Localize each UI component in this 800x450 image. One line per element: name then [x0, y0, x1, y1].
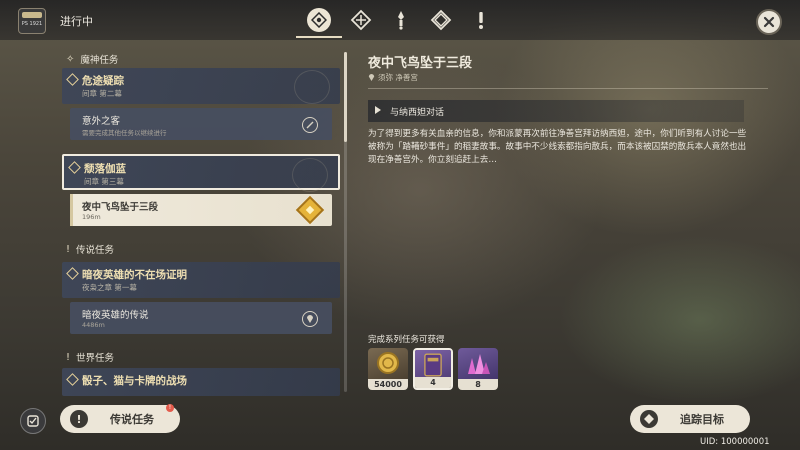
sub-quest-2[interactable]: 夜中飞鸟坠于三段 196m [70, 194, 332, 226]
quest-diamond-icon [68, 161, 81, 174]
section-label: 传说任务 [76, 245, 115, 256]
quest-diamond-icon [66, 373, 79, 386]
reward-item[interactable]: 54000 [368, 348, 408, 390]
legend-quest-button[interactable]: ! 传说任务 [60, 405, 180, 433]
quest-chapter: 间章 第三幕 [84, 177, 124, 186]
current-step: 与纳西妲对话 [368, 100, 744, 122]
quest-entry-3[interactable]: 暗夜英雄的不在场证明 夜枭之章 第一幕 [62, 262, 340, 298]
heros-wit-book-icon [424, 353, 442, 377]
track-button-icon [640, 410, 658, 428]
reward-count: 4 [415, 377, 451, 388]
quest-title: 骰子、猫与卡牌的战场 [82, 375, 187, 387]
section-world-quests: ! 世界任务 [66, 350, 115, 365]
legend-quest-icon [398, 11, 404, 30]
quest-entry-1[interactable]: 危途疑踪 间章 第二幕 [62, 68, 340, 104]
quest-settings-button[interactable] [20, 408, 46, 434]
quest-diamond-icon [66, 73, 79, 86]
quest-chapter: 间章 第二幕 [82, 89, 122, 98]
section-archon-quests: ✧ 魔神任务 [66, 52, 119, 67]
reward-count: 54000 [368, 379, 408, 390]
section-legend-quests: ! 传说任务 [66, 242, 115, 257]
reward-item[interactable]: 4 [413, 348, 453, 390]
location-pin-icon [302, 311, 318, 327]
tab-commission-quests[interactable] [464, 6, 498, 34]
story-quest-icon [350, 9, 372, 31]
logo-text: PS 1921 [21, 21, 43, 27]
archon-section-icon: ✧ [66, 53, 75, 65]
crystal-chunk-icon [468, 354, 490, 374]
reward-item[interactable]: 8 [458, 348, 498, 390]
quest-entry-2[interactable]: 颓落伽蓝 间章 第三幕 [62, 154, 340, 192]
section-label: 世界任务 [76, 353, 115, 364]
quest-title: 暗夜英雄的不在场证明 [82, 269, 187, 281]
rewards-label: 完成系列任务可获得 [368, 335, 445, 345]
close-icon [763, 16, 775, 28]
divider [368, 88, 768, 89]
quest-emblem-icon [292, 158, 328, 192]
quest-list-scrollbar[interactable] [344, 52, 347, 392]
location-pin-icon [368, 74, 375, 81]
commission-quest-icon [479, 12, 483, 29]
sub-quest-1[interactable]: 意外之客 需要完成其他任务以继续进行 [70, 108, 332, 140]
quest-entry-4[interactable]: 骰子、猫与卡牌的战场 [62, 368, 340, 396]
sub-quest-3[interactable]: 暗夜英雄的传说 4486m [70, 302, 332, 334]
notification-badge: ! [166, 404, 174, 412]
blocked-icon [302, 117, 318, 133]
tracked-quest-icon [295, 195, 325, 225]
reward-count: 8 [458, 379, 498, 390]
close-button[interactable] [756, 9, 782, 35]
quest-chapter: 夜枭之章 第一幕 [82, 283, 137, 292]
archon-quest-icon [307, 8, 331, 32]
quest-filter-icon [27, 415, 39, 427]
legend-section-icon: ! [66, 243, 71, 255]
tab-legend-quests[interactable] [384, 6, 418, 34]
scrollbar-thumb[interactable] [344, 52, 347, 142]
quest-book-icon: PS 1921 [18, 8, 46, 34]
quest-title: 危途疑踪 [82, 75, 124, 87]
page-title: 进行中 [60, 15, 93, 28]
world-section-icon: ! [66, 351, 71, 363]
tab-archon-quests[interactable] [296, 6, 342, 38]
tab-story-quests[interactable] [344, 6, 378, 34]
sub-quest-distance: 4486m [82, 321, 105, 329]
legend-button-icon: ! [70, 410, 88, 428]
step-text: 与纳西妲对话 [390, 108, 445, 118]
sub-quest-title: 意外之客 [82, 116, 121, 127]
world-quest-icon [430, 9, 452, 31]
quest-emblem-icon [294, 70, 330, 104]
track-button-label: 追踪目标 [680, 413, 724, 426]
legend-button-label: 传说任务 [110, 413, 154, 426]
sub-quest-title: 夜中飞鸟坠于三段 [82, 202, 159, 213]
step-arrow-icon [375, 106, 381, 114]
uid-text: UID: 100000001 [700, 437, 770, 447]
quest-diamond-icon [66, 267, 79, 280]
mora-coin-icon [377, 352, 399, 374]
detail-location: 须弥 净善宫 [368, 72, 418, 83]
tab-world-quests[interactable] [424, 6, 458, 34]
sub-quest-distance: 196m [82, 213, 101, 221]
track-target-button[interactable]: 追踪目标 [630, 405, 750, 433]
detail-title: 夜中飞鸟坠于三段 [368, 56, 473, 71]
sub-quest-title: 暗夜英雄的传说 [82, 310, 149, 321]
location-text: 须弥 净善宫 [378, 73, 418, 82]
quest-description: 为了得到更多有关血亲的信息，你和派蒙再次前往净善宫拜访纳西妲，途中，你们听到有人… [368, 129, 747, 165]
sub-quest-hint: 需要完成其他任务以继续进行 [82, 129, 167, 137]
quest-title: 颓落伽蓝 [84, 163, 126, 175]
section-label: 魔神任务 [80, 55, 119, 66]
